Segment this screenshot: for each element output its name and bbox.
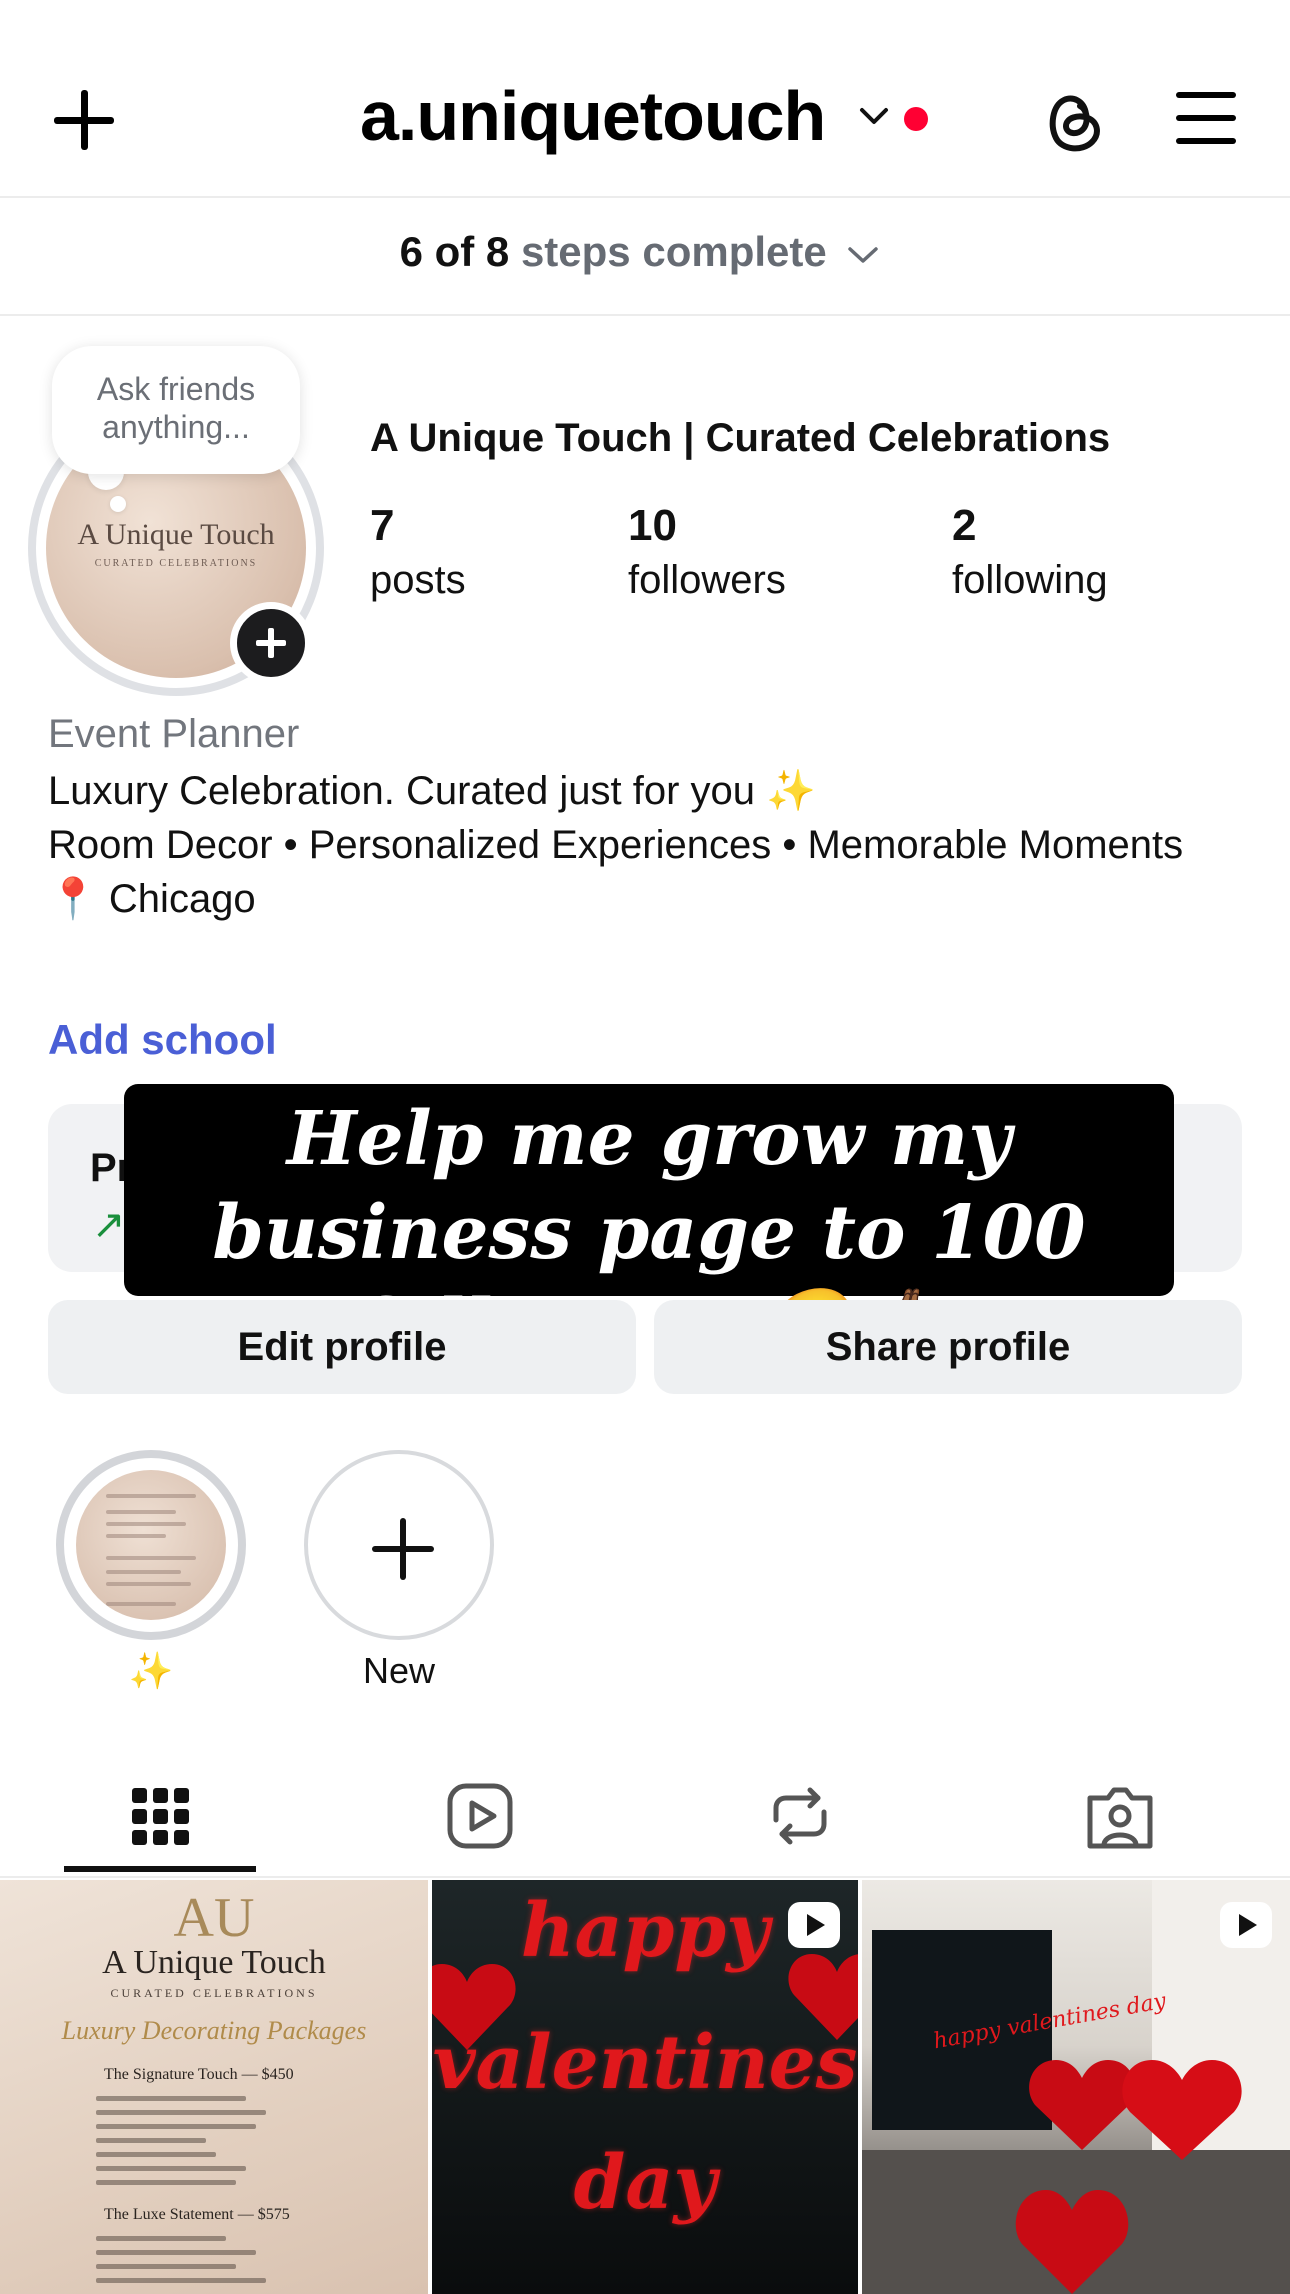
- post-logo-text: AU: [173, 1887, 255, 1949]
- chevron-down-icon: [848, 247, 879, 263]
- display-name: A Unique Touch | Curated Celebrations: [370, 416, 1111, 460]
- tagged-icon[interactable]: [1080, 1776, 1160, 1856]
- top-bar: a.uniquetouch: [0, 0, 1290, 196]
- active-tab-indicator: [64, 1866, 256, 1872]
- heart-balloons: [1015, 2060, 1242, 2294]
- plus-icon: [372, 1518, 434, 1580]
- stat-followers-label: followers: [628, 558, 786, 602]
- heart-balloon: [788, 1954, 858, 2040]
- new-highlight-label: New: [362, 1650, 436, 1691]
- steps-label: steps complete: [520, 228, 827, 275]
- avatar-brand-text: A Unique Touch: [77, 518, 275, 551]
- chevron-down-icon[interactable]: [858, 104, 890, 130]
- steps-count: 6 of 8: [399, 228, 510, 275]
- reels-icon[interactable]: [440, 1776, 520, 1856]
- note-bubble-tail-small: [110, 496, 126, 512]
- highlight-label: ✨: [128, 1650, 174, 1691]
- bio-line: Room Decor • Personalized Experiences • …: [48, 823, 1184, 867]
- stat-posts-label: posts: [370, 558, 466, 602]
- stat-followers[interactable]: 10 followers: [628, 500, 786, 608]
- menu-icon[interactable]: [1176, 92, 1236, 144]
- overlay-caption: Help me grow my business page to 100 fol…: [124, 1084, 1174, 1370]
- category-label: Event Planner: [48, 712, 300, 756]
- new-highlight-button[interactable]: [304, 1450, 494, 1640]
- stat-following[interactable]: 2 following: [952, 500, 1108, 608]
- post-script-text: Luxury Decorating Packages: [61, 2016, 367, 2045]
- highlight-cover: [76, 1470, 226, 1620]
- threads-icon[interactable]: [1042, 84, 1106, 156]
- story-highlight[interactable]: [56, 1450, 246, 1640]
- post-thumbnail[interactable]: AU A Unique Touch CURATED CELEBRATIONS L…: [0, 1880, 428, 2294]
- steps-text: 6 of 8 steps complete: [0, 228, 1280, 276]
- stat-posts-number: 7: [370, 501, 395, 550]
- post-package-heading: The Luxe Statement — $575: [104, 2206, 290, 2223]
- trend-arrow-icon: ↗: [92, 1203, 126, 1247]
- stat-following-number: 2: [952, 501, 977, 550]
- bio-line: Luxury Celebration. Curated just for you…: [48, 769, 816, 813]
- share-profile-button[interactable]: Share profile: [654, 1300, 1242, 1394]
- post-sub-text: CURATED CELEBRATIONS: [110, 1986, 318, 2000]
- reel-play-icon: [788, 1902, 840, 1948]
- bio-location: 📍 Chicago: [48, 877, 256, 921]
- stat-following-label: following: [952, 558, 1108, 602]
- create-plus-icon[interactable]: [48, 84, 120, 156]
- heart-balloon: [432, 1964, 516, 2050]
- stat-posts[interactable]: 7 posts: [370, 500, 466, 608]
- profile-steps-banner[interactable]: 6 of 8 steps complete: [0, 196, 1290, 316]
- reel-thumbnail[interactable]: happy valentines day: [862, 1880, 1290, 2294]
- stat-followers-number: 10: [628, 501, 677, 550]
- bio: Luxury Celebration. Curated just for you…: [48, 764, 1228, 926]
- add-school-link[interactable]: Add school: [48, 1016, 277, 1064]
- post-package-heading: The Signature Touch — $450: [104, 2066, 294, 2083]
- note-bubble[interactable]: Ask friends anything...: [52, 346, 300, 474]
- reel-thumbnail[interactable]: happy valentines day: [432, 1880, 858, 2294]
- reel-play-icon: [1220, 1902, 1272, 1948]
- grid-icon[interactable]: [120, 1776, 200, 1856]
- post-brand-text: A Unique Touch: [102, 1944, 326, 1981]
- avatar-sub-text: CURATED CELEBRATIONS: [94, 558, 258, 569]
- balloon-text: day: [573, 2140, 717, 2226]
- edit-profile-button[interactable]: Edit profile: [48, 1300, 636, 1394]
- username-switcher[interactable]: a.uniquetouch: [360, 76, 826, 156]
- notification-dot: [904, 107, 928, 131]
- add-story-icon[interactable]: [230, 602, 312, 684]
- reposts-icon[interactable]: [760, 1776, 840, 1856]
- profile-tabs: [0, 1760, 1290, 1878]
